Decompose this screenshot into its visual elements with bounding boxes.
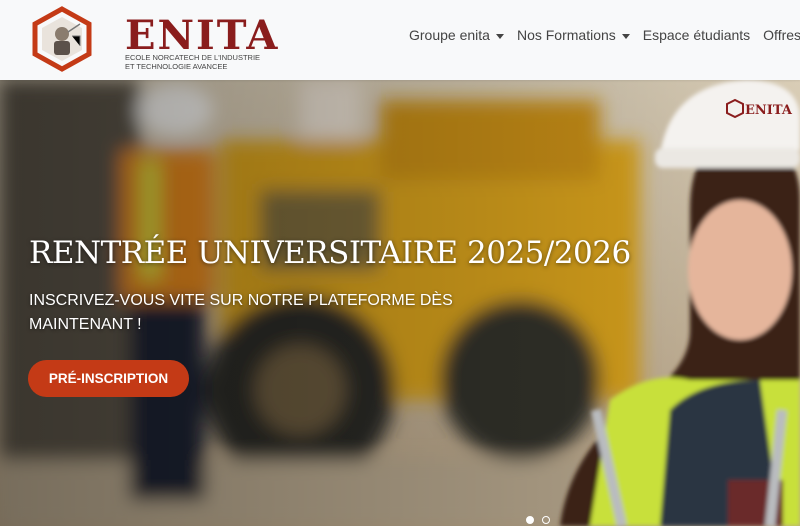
brand-name: ENITA	[125, 12, 280, 59]
helmet-brand-text: ENITA	[745, 103, 793, 118]
carousel-indicators	[526, 516, 550, 524]
caret-down-icon	[621, 33, 630, 39]
nav-label: Groupe enita	[409, 27, 490, 43]
pre-inscription-button[interactable]: PRÉ-INSCRIPTION	[28, 360, 189, 397]
tagline-line-1: ECOLE NORCATECH DE L'INDUSTRIE	[125, 53, 261, 62]
carousel-dot-2[interactable]	[542, 516, 550, 524]
nav-label: Offres Er	[763, 27, 800, 43]
nav-label: Espace étudiants	[642, 27, 751, 43]
nav-groupe-enita[interactable]: Groupe enita	[409, 27, 504, 43]
nav-offres[interactable]: Offres Er	[763, 27, 800, 43]
hero-carousel: ENITA RENTRÉE UNIVERSITAIRE 2025/2026 IN…	[0, 80, 800, 526]
caret-down-icon	[495, 33, 504, 39]
tagline-line-2: ET TECHNOLOGIE AVANCEE	[125, 62, 228, 71]
brand-tagline: ECOLE NORCATECH DE L'INDUSTRIE ET TECHNO…	[125, 53, 260, 71]
nav-espace-etudiants[interactable]: Espace étudiants	[643, 27, 750, 43]
enita-logo[interactable]: ENITA ECOLE NORCATECH DE L'INDUSTRIE ET …	[30, 4, 277, 76]
hexagon-logo-icon	[32, 6, 92, 72]
hero-subtitle: INSCRIVEZ-VOUS VITE SUR NOTRE PLATEFORME…	[29, 292, 453, 333]
main-nav: Groupe enita Nos Formations Espace étudi…	[409, 27, 800, 43]
nav-label: Nos Formations	[516, 27, 616, 43]
nav-nos-formations[interactable]: Nos Formations	[517, 27, 630, 43]
carousel-dot-1[interactable]	[526, 516, 534, 524]
navbar: ENITA ECOLE NORCATECH DE L'INDUSTRIE ET …	[0, 0, 800, 80]
hero-title: RENTRÉE UNIVERSITAIRE 2025/2026	[29, 235, 631, 271]
